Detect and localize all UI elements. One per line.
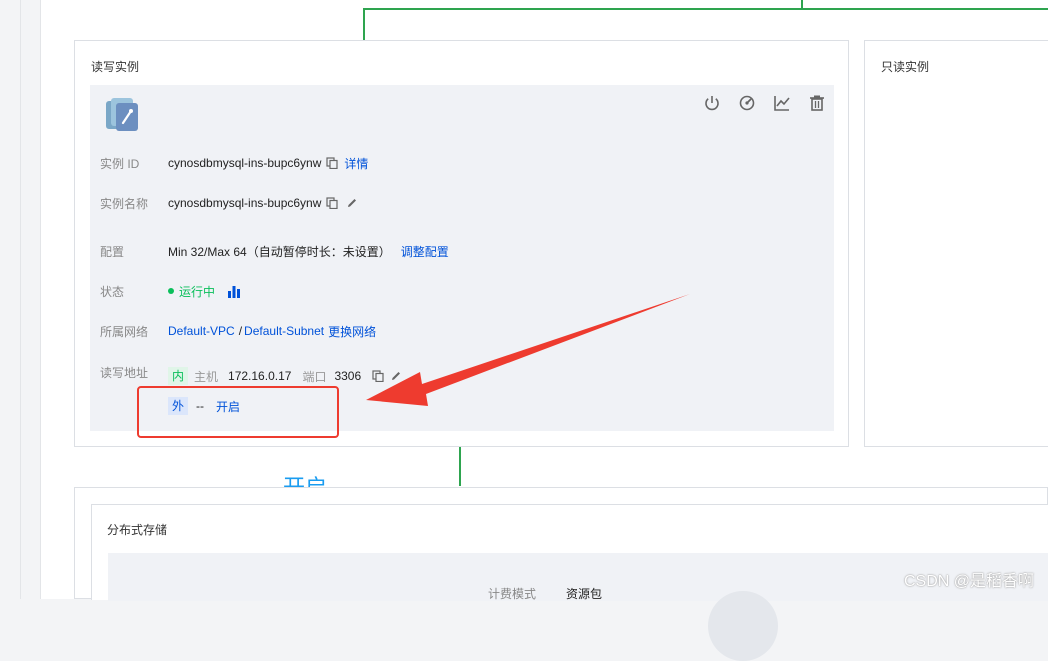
network-row: 所属网络 Default-VPC / Default-Subnet 更换网络 — [100, 322, 376, 340]
status-row: 状态 运行中 — [100, 282, 247, 300]
instance-name-row: 实例名称 cynosdbmysql-ins-bupc6ynw — [100, 194, 364, 212]
status-dot — [168, 288, 174, 294]
instance-detail-link[interactable]: 详情 — [344, 155, 368, 172]
monitor-chart-icon[interactable] — [773, 94, 791, 112]
delete-icon[interactable] — [808, 94, 826, 112]
instance-id-value: cynosdbmysql-ins-bupc6ynw — [168, 156, 322, 170]
host-value: 172.16.0.17 — [228, 369, 292, 383]
rw-card-title: 读写实例 — [91, 60, 140, 74]
port-label: 端口 — [302, 369, 327, 384]
database-instance-icon — [106, 98, 138, 131]
network-label: 所属网络 — [100, 324, 149, 339]
billing-mode-value: 资源包 — [566, 587, 603, 601]
storage-decoration — [708, 591, 778, 661]
power-icon[interactable] — [703, 94, 721, 112]
ro-card-title: 只读实例 — [881, 60, 930, 74]
edit-pencil-icon[interactable] — [346, 197, 358, 209]
adjust-config-link[interactable]: 调整配置 — [401, 243, 449, 260]
billing-mode-label: 计费模式 — [488, 587, 537, 601]
annotation-arrow-icon — [366, 294, 690, 406]
status-label: 状态 — [100, 284, 125, 299]
rw-address-label: 读写地址 — [100, 365, 149, 380]
instance-name-value: cynosdbmysql-ins-bupc6ynw — [168, 196, 322, 210]
instance-id-label: 实例 ID — [100, 156, 140, 171]
left-sidebar-strip — [0, 0, 21, 599]
topology-line-horizontal — [363, 8, 1048, 10]
rw-address-row: 读写地址 — [100, 363, 168, 381]
copy-icon[interactable] — [326, 197, 339, 209]
instance-id-row: 实例 ID cynosdbmysql-ins-bupc6ynw 详情 — [100, 154, 368, 172]
config-value: Min 32/Max 64（自动暂停时长：未设置） — [168, 244, 391, 259]
topology-line-top-stub — [801, 0, 803, 9]
internal-tag: 内 — [168, 367, 189, 385]
copy-icon[interactable] — [326, 157, 339, 169]
restart-icon[interactable] — [738, 94, 756, 112]
host-label: 主机 — [194, 369, 219, 384]
config-label: 配置 — [100, 244, 125, 259]
topology-line-left-drop — [363, 8, 365, 41]
network-separator: / — [238, 324, 243, 338]
annotation-highlight-box — [137, 386, 339, 438]
vpc-link[interactable]: Default-VPC — [168, 324, 235, 338]
storage-title: 分布式存储 — [107, 523, 168, 537]
bar-chart-icon[interactable] — [227, 284, 241, 298]
watermark: CSDN @是稻香啊 — [903, 573, 1034, 590]
status-value: 运行中 — [179, 284, 216, 299]
subnet-link[interactable]: Default-Subnet — [244, 324, 324, 338]
storage-card: 分布式存储 计费模式 资源包 — [74, 487, 1048, 661]
instance-name-label: 实例名称 — [100, 196, 149, 211]
ro-instance-card: 只读实例 — [864, 40, 1048, 447]
port-value: 3306 — [334, 369, 362, 383]
instance-toolbar — [703, 94, 826, 112]
config-row: 配置 Min 32/Max 64（自动暂停时长：未设置） 调整配置 — [100, 242, 449, 260]
topology-line-storage — [459, 446, 461, 486]
